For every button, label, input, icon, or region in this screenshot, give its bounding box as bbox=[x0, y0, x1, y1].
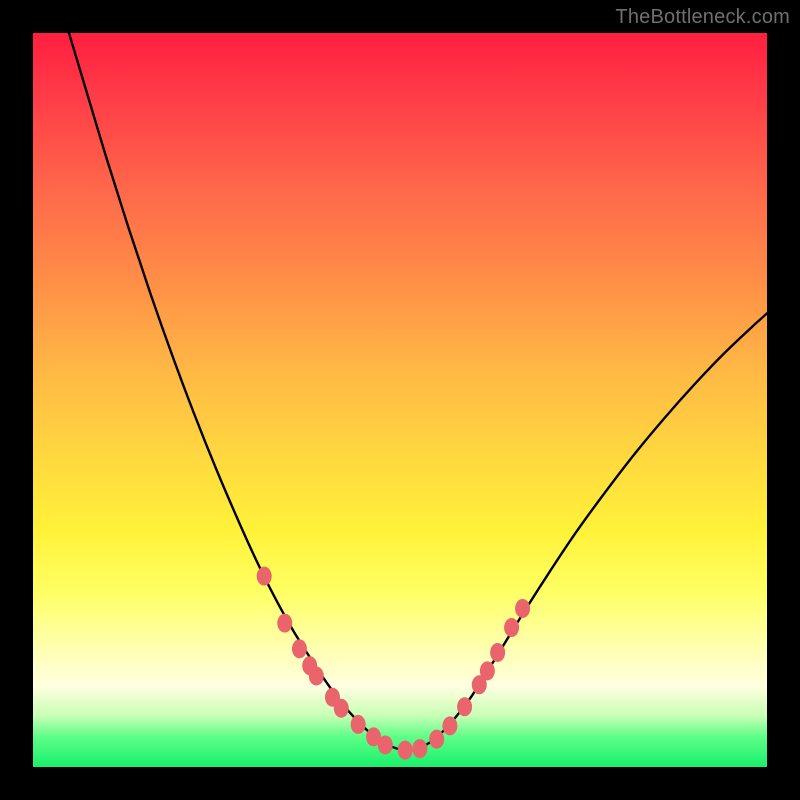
curve-marker bbox=[442, 716, 457, 735]
curve-marker bbox=[398, 741, 413, 760]
curve-marker bbox=[334, 699, 349, 718]
curve-marker bbox=[457, 697, 472, 716]
bottleneck-curve bbox=[69, 33, 767, 750]
curve-marker bbox=[412, 739, 427, 758]
curve-marker bbox=[277, 614, 292, 633]
plot-area bbox=[33, 33, 767, 767]
chart-svg bbox=[33, 33, 767, 767]
curve-marker bbox=[515, 599, 530, 618]
curve-marker bbox=[504, 618, 519, 637]
curve-marker bbox=[257, 567, 272, 586]
watermark-text: TheBottleneck.com bbox=[615, 6, 790, 29]
curve-marker bbox=[292, 639, 307, 658]
curve-marker bbox=[490, 643, 505, 662]
marker-group bbox=[257, 567, 530, 760]
curve-marker bbox=[480, 661, 495, 680]
curve-marker bbox=[351, 715, 366, 734]
curve-marker bbox=[309, 666, 324, 685]
curve-marker bbox=[429, 730, 444, 749]
curve-marker bbox=[378, 735, 393, 754]
chart-frame: TheBottleneck.com bbox=[0, 0, 800, 800]
